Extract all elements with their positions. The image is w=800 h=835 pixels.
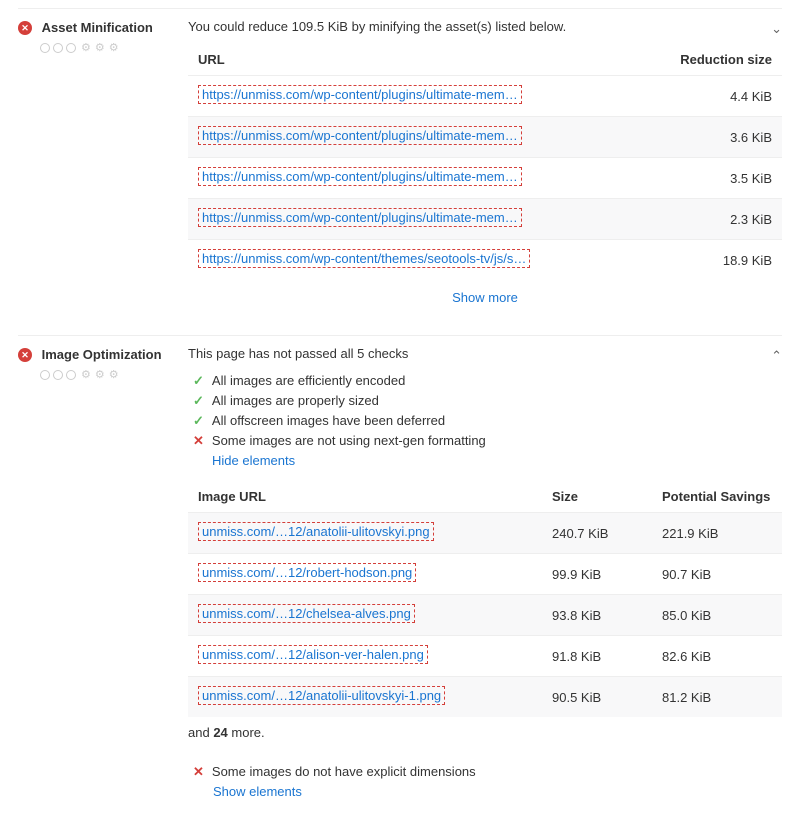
gear-icon: ⚙: [95, 368, 105, 381]
column-header-url: URL: [198, 52, 642, 67]
image-savings: 82.6 KiB: [662, 649, 772, 664]
error-icon: ✕: [18, 348, 32, 362]
check-item: ✓ All images are efficiently encoded: [188, 371, 782, 391]
image-size: 91.8 KiB: [552, 649, 662, 664]
image-table: Image URL Size Potential Savings unmiss.…: [188, 481, 782, 717]
chevron-up-icon[interactable]: ⌃: [771, 348, 782, 364]
image-size: 93.8 KiB: [552, 608, 662, 623]
severity-indicators: ⚙ ⚙ ⚙: [18, 41, 178, 54]
table-header-row: URL Reduction size: [188, 44, 782, 75]
asset-minification-section: ⌄ ✕ Asset Minification ⚙ ⚙ ⚙ You could r…: [18, 8, 782, 335]
column-header-image-url: Image URL: [198, 489, 552, 504]
sub-check-item: ✕ Some images do not have explicit dimens…: [188, 762, 782, 807]
table-header-row: Image URL Size Potential Savings: [188, 481, 782, 512]
table-row: https://unmiss.com/wp-content/plugins/ul…: [188, 198, 782, 239]
table-row: unmiss.com/…12/anatolii-ulitovskyi.png 2…: [188, 512, 782, 553]
asset-url-link[interactable]: https://unmiss.com/wp-content/plugins/ul…: [198, 167, 522, 186]
asset-url-link[interactable]: https://unmiss.com/wp-content/plugins/ul…: [198, 208, 522, 227]
column-header-size: Size: [552, 489, 662, 504]
check-item: ✓ All images are properly sized: [188, 391, 782, 411]
dot-icon: [40, 370, 50, 380]
table-row: https://unmiss.com/wp-content/plugins/ul…: [188, 157, 782, 198]
reduction-size: 18.9 KiB: [642, 253, 772, 268]
check-text: All offscreen images have been deferred: [212, 413, 445, 428]
check-icon: ✓: [193, 413, 204, 429]
image-size: 240.7 KiB: [552, 526, 662, 541]
table-row: unmiss.com/…12/robert-hodson.png 99.9 Ki…: [188, 553, 782, 594]
gear-icon: ⚙: [109, 368, 119, 381]
image-savings: 81.2 KiB: [662, 690, 772, 705]
asset-url-link[interactable]: https://unmiss.com/wp-content/themes/seo…: [198, 249, 530, 268]
image-url-link[interactable]: unmiss.com/…12/anatolii-ulitovskyi-1.png: [198, 686, 445, 705]
gear-icon: ⚙: [81, 41, 91, 54]
chevron-down-icon[interactable]: ⌄: [771, 21, 782, 37]
dot-icon: [53, 370, 63, 380]
column-header-savings: Potential Savings: [662, 489, 772, 504]
section-body: You could reduce 109.5 KiB by minifying …: [188, 19, 782, 315]
table-row: unmiss.com/…12/anatolii-ulitovskyi-1.png…: [188, 676, 782, 717]
check-text: Some images are not using next-gen forma…: [212, 433, 486, 448]
gear-icon: ⚙: [81, 368, 91, 381]
check-item: ✓ All offscreen images have been deferred: [188, 411, 782, 431]
image-url-link[interactable]: unmiss.com/…12/alison-ver-halen.png: [198, 645, 428, 664]
image-url-link[interactable]: unmiss.com/…12/robert-hodson.png: [198, 563, 416, 582]
image-optimization-section: ⌃ ✕ Image Optimization ⚙ ⚙ ⚙ This page h…: [18, 335, 782, 827]
dot-icon: [66, 370, 76, 380]
table-row: unmiss.com/…12/chelsea-alves.png 93.8 Ki…: [188, 594, 782, 635]
show-more-link[interactable]: Show more: [188, 280, 782, 315]
section-header-left: ✕ Image Optimization ⚙ ⚙ ⚙: [18, 346, 188, 807]
section-title: Asset Minification: [42, 20, 153, 35]
intro-text: You could reduce 109.5 KiB by minifying …: [188, 19, 782, 34]
check-icon: ✓: [193, 393, 204, 409]
section-body: This page has not passed all 5 checks ✓ A…: [188, 346, 782, 807]
asset-table: URL Reduction size https://unmiss.com/wp…: [188, 44, 782, 280]
image-savings: 221.9 KiB: [662, 526, 772, 541]
gear-icon: ⚙: [109, 41, 119, 54]
dot-icon: [66, 43, 76, 53]
severity-indicators: ⚙ ⚙ ⚙: [18, 368, 178, 381]
show-elements-link[interactable]: Show elements: [193, 784, 302, 799]
image-savings: 90.7 KiB: [662, 567, 772, 582]
column-header-reduction: Reduction size: [642, 52, 772, 67]
check-text: All images are efficiently encoded: [212, 373, 405, 388]
reduction-size: 3.6 KiB: [642, 130, 772, 145]
asset-url-link[interactable]: https://unmiss.com/wp-content/plugins/ul…: [198, 126, 522, 145]
dot-icon: [53, 43, 63, 53]
section-header-left: ✕ Asset Minification ⚙ ⚙ ⚙: [18, 19, 188, 315]
image-savings: 85.0 KiB: [662, 608, 772, 623]
check-icon: ✓: [193, 373, 204, 389]
image-size: 99.9 KiB: [552, 567, 662, 582]
asset-url-link[interactable]: https://unmiss.com/wp-content/plugins/ul…: [198, 85, 522, 104]
section-title: Image Optimization: [42, 347, 162, 362]
and-more-text: and 24 more.: [188, 717, 782, 748]
table-row: https://unmiss.com/wp-content/plugins/ul…: [188, 116, 782, 157]
table-row: https://unmiss.com/wp-content/plugins/ul…: [188, 75, 782, 116]
reduction-size: 4.4 KiB: [642, 89, 772, 104]
reduction-size: 2.3 KiB: [642, 212, 772, 227]
error-icon: ✕: [18, 21, 32, 35]
check-text: All images are properly sized: [212, 393, 379, 408]
image-url-link[interactable]: unmiss.com/…12/chelsea-alves.png: [198, 604, 415, 623]
gear-icon: ⚙: [95, 41, 105, 54]
table-row: unmiss.com/…12/alison-ver-halen.png 91.8…: [188, 635, 782, 676]
check-item: ✕ Some images are not using next-gen form…: [188, 431, 782, 451]
x-icon: ✕: [193, 764, 204, 780]
image-size: 90.5 KiB: [552, 690, 662, 705]
table-row: https://unmiss.com/wp-content/themes/seo…: [188, 239, 782, 280]
x-icon: ✕: [193, 433, 204, 449]
image-url-link[interactable]: unmiss.com/…12/anatolii-ulitovskyi.png: [198, 522, 434, 541]
hide-elements-link[interactable]: Hide elements: [188, 453, 295, 468]
intro-text: This page has not passed all 5 checks: [188, 346, 782, 361]
reduction-size: 3.5 KiB: [642, 171, 772, 186]
check-text: Some images do not have explicit dimensi…: [212, 764, 476, 779]
dot-icon: [40, 43, 50, 53]
